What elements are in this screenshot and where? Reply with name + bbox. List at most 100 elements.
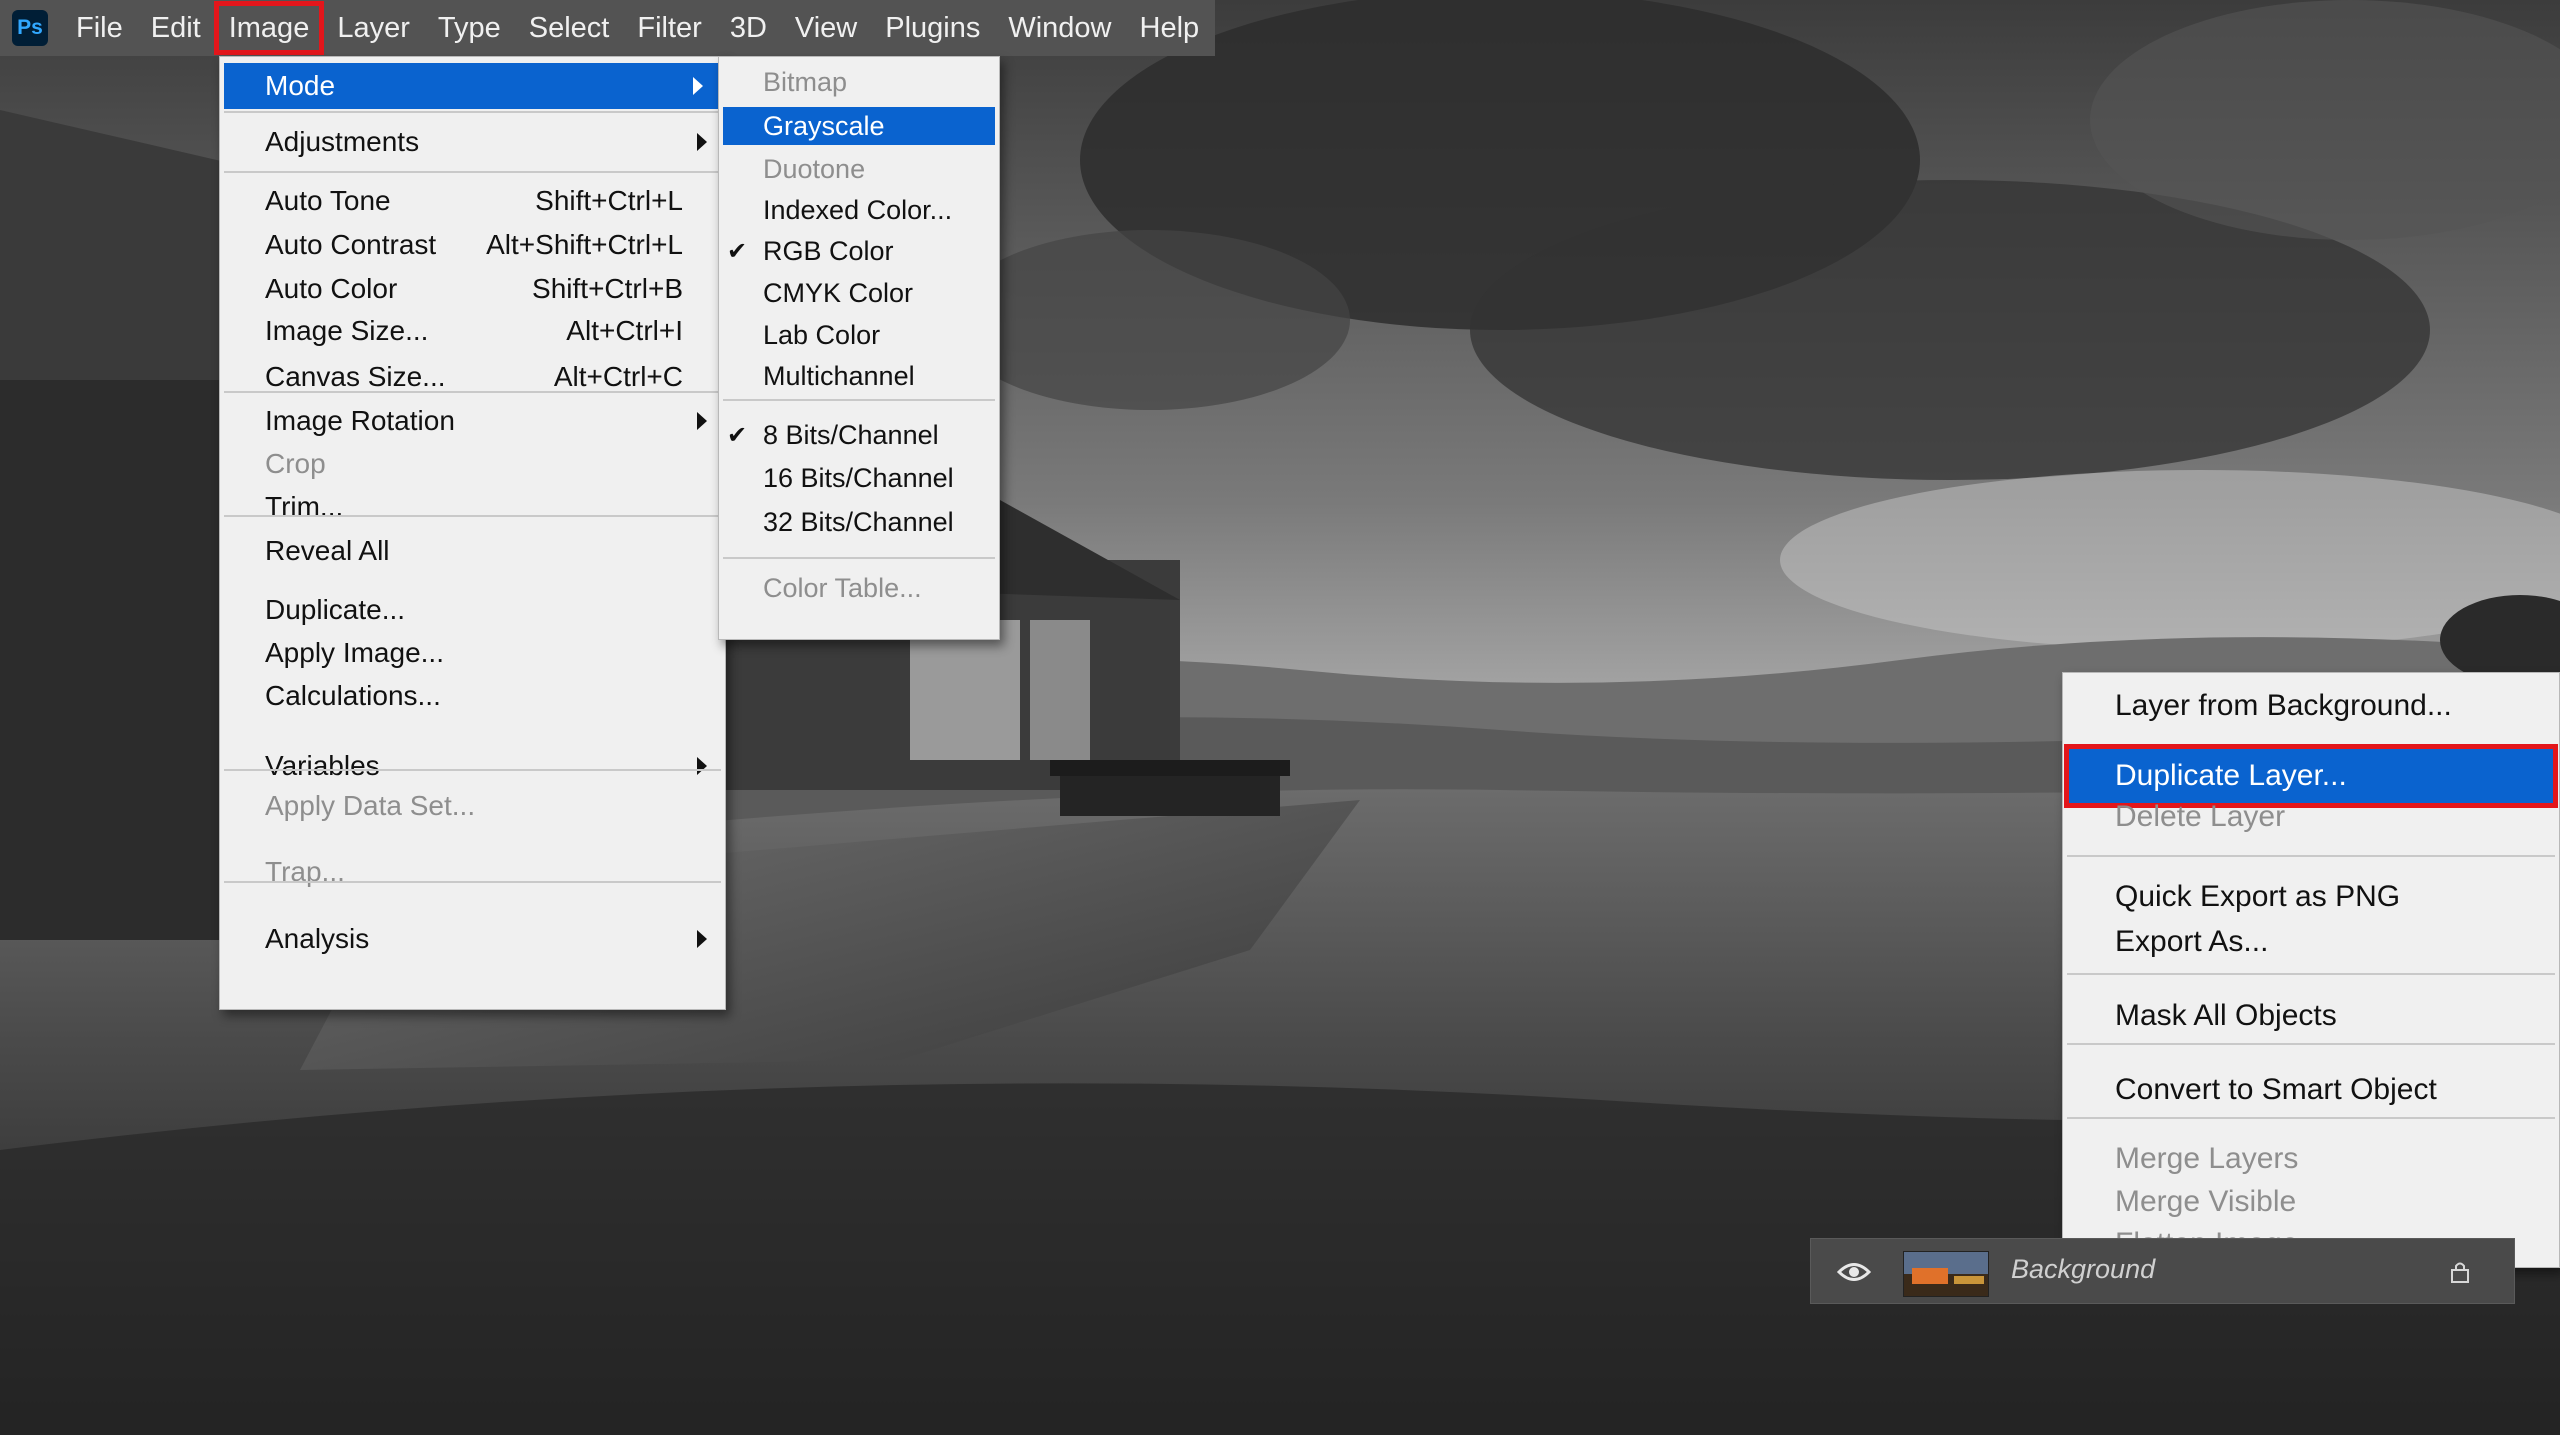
image-menu-item-shortcut: Shift+Ctrl+L	[535, 185, 683, 216]
mode-menu-item-8-bits-channel[interactable]: 8 Bits/Channel ✔	[719, 415, 999, 455]
context-menu-item-label: Mask All Objects	[2115, 999, 2337, 1032]
image-menu-item-label: Auto Color	[265, 273, 398, 304]
menu-separator	[2067, 973, 2555, 975]
context-menu-item-merge-visible: Merge Visible	[2063, 1181, 2559, 1223]
image-menu-item-shortcut: Alt+Ctrl+C	[553, 361, 683, 392]
mode-menu-item-multichannel[interactable]: Multichannel	[719, 355, 999, 397]
image-menu-item-mode[interactable]: Mode	[224, 63, 721, 109]
mode-menu-item-label: Color Table...	[763, 572, 922, 603]
image-menu-item-label: Trap...	[265, 856, 345, 887]
image-menu-item-label: Duplicate...	[265, 594, 406, 625]
mode-menu-item-duotone: Duotone	[719, 149, 999, 189]
image-menu-item-adjustments[interactable]: Adjustments	[220, 117, 725, 167]
image-menu-item-label: Variables	[265, 750, 380, 781]
mode-menu-item-16-bits-channel[interactable]: 16 Bits/Channel	[719, 457, 999, 499]
mode-menu-item-label: Grayscale	[763, 110, 885, 141]
menubar-type[interactable]: Type	[424, 2, 515, 54]
image-menu-item-label: Crop	[265, 448, 326, 479]
image-menu-item-label: Auto Tone	[265, 185, 391, 216]
mode-menu-item-bitmap: Bitmap	[719, 61, 999, 103]
menubar-file[interactable]: File	[62, 2, 137, 54]
menu-separator	[224, 171, 721, 173]
mode-submenu: Bitmap Grayscale Duotone Indexed Color... RG…	[718, 56, 1000, 640]
mode-menu-item-label: 16 Bits/Channel	[763, 462, 954, 493]
mode-menu-item-rgb-color[interactable]: RGB Color ✔	[719, 230, 999, 272]
context-menu-item-export-as[interactable]: Export As...	[2063, 919, 2559, 965]
image-menu-item-duplicate[interactable]: Duplicate...	[220, 588, 725, 632]
mode-menu-item-cmyk-color[interactable]: CMYK Color	[719, 272, 999, 314]
context-menu-item-label: Merge Layers	[2115, 1142, 2299, 1175]
context-menu-item-merge-layers: Merge Layers	[2063, 1137, 2559, 1181]
mode-menu-item-indexed-color[interactable]: Indexed Color...	[719, 190, 999, 230]
menu-separator	[224, 391, 721, 393]
submenu-arrow-icon	[697, 757, 707, 775]
image-menu: Mode Adjustments Auto Tone Shift+Ctrl+L Auto…	[219, 56, 726, 1010]
menubar-view[interactable]: View	[781, 2, 871, 54]
image-menu-item-calculations[interactable]: Calculations...	[220, 674, 725, 718]
image-menu-item-crop: Crop	[220, 443, 725, 485]
menubar-image[interactable]: Image	[213, 1, 325, 55]
image-menu-item-label: Calculations...	[265, 680, 441, 711]
image-menu-item-auto-contrast[interactable]: Auto Contrast Alt+Shift+Ctrl+L	[220, 223, 725, 267]
image-menu-item-label: Analysis	[265, 923, 370, 954]
mode-menu-item-label: Bitmap	[763, 66, 848, 97]
image-menu-item-auto-tone[interactable]: Auto Tone Shift+Ctrl+L	[220, 179, 725, 223]
image-menu-item-label: Apply Data Set...	[265, 790, 476, 821]
mode-menu-item-32-bits-channel[interactable]: 32 Bits/Channel	[719, 501, 999, 543]
context-menu-item-convert-to-smart-object[interactable]: Convert to Smart Object	[2063, 1065, 2559, 1115]
context-menu-item-label: Layer from Background...	[2115, 689, 2452, 722]
context-menu-item-mask-all-objects[interactable]: Mask All Objects	[2063, 991, 2559, 1041]
menu-separator	[2067, 1043, 2555, 1045]
image-menu-item-shortcut: Shift+Ctrl+B	[532, 273, 683, 304]
submenu-arrow-icon	[697, 412, 707, 430]
menubar-filter[interactable]: Filter	[623, 2, 715, 54]
mode-menu-item-label: 32 Bits/Channel	[763, 506, 954, 537]
mode-menu-item-label: Multichannel	[763, 360, 915, 391]
image-menu-item-image-size[interactable]: Image Size... Alt+Ctrl+I	[220, 307, 725, 355]
checkmark-icon: ✔	[727, 421, 748, 449]
menubar-layer[interactable]: Layer	[323, 2, 424, 54]
menu-separator	[2067, 855, 2555, 857]
image-menu-item-analysis[interactable]: Analysis	[220, 915, 725, 963]
submenu-arrow-icon	[697, 930, 707, 948]
menu-separator	[224, 111, 721, 113]
mode-menu-item-label: Lab Color	[763, 319, 881, 350]
menubar-3d[interactable]: 3D	[716, 2, 781, 54]
context-menu-item-label: Export As...	[2115, 925, 2269, 958]
image-menu-item-label: Canvas Size...	[265, 361, 446, 392]
image-menu-item-trap: Trap...	[220, 851, 725, 893]
mode-menu-item-lab-color[interactable]: Lab Color	[719, 315, 999, 355]
menubar-window[interactable]: Window	[994, 2, 1125, 54]
layer-thumbnail	[1903, 1251, 1989, 1297]
image-menu-item-label: Image Rotation	[265, 405, 455, 436]
lock-icon[interactable]	[2449, 1261, 2471, 1283]
mode-menu-item-label: RGB Color	[763, 235, 894, 266]
photoshop-logo[interactable]: Ps	[12, 10, 48, 46]
mode-menu-item-label: CMYK Color	[763, 277, 914, 308]
menu-separator	[224, 769, 721, 771]
context-menu-item-quick-export-as-png[interactable]: Quick Export as PNG	[2063, 873, 2559, 921]
mode-menu-item-label: Duotone	[763, 153, 866, 184]
menubar-help[interactable]: Help	[1126, 2, 1214, 54]
menubar-plugins[interactable]: Plugins	[871, 2, 994, 54]
image-menu-item-label: Image Size...	[265, 315, 429, 346]
image-menu-item-trim[interactable]: Trim...	[220, 485, 725, 529]
image-menu-item-image-rotation[interactable]: Image Rotation	[220, 399, 725, 443]
image-menu-item-variables[interactable]: Variables	[220, 746, 725, 786]
context-menu-item-delete-layer: Delete Layer	[2063, 797, 2559, 837]
context-menu-item-label: Duplicate Layer...	[2115, 759, 2347, 792]
image-menu-item-reveal-all[interactable]: Reveal All	[220, 529, 725, 573]
image-menu-item-apply-image[interactable]: Apply Image...	[220, 632, 725, 674]
layer-name: Background	[2011, 1254, 2156, 1284]
image-menu-item-shortcut: Alt+Ctrl+I	[566, 315, 683, 346]
layer-row-background[interactable]: Background	[1810, 1238, 2515, 1304]
menubar-edit[interactable]: Edit	[137, 2, 215, 54]
visibility-eye-icon[interactable]	[1837, 1257, 1871, 1287]
context-menu-item-label: Convert to Smart Object	[2115, 1073, 2437, 1106]
menu-separator	[224, 515, 721, 517]
image-menu-item-auto-color[interactable]: Auto Color Shift+Ctrl+B	[220, 267, 725, 311]
mode-menu-item-grayscale[interactable]: Grayscale	[723, 107, 995, 145]
context-menu-item-layer-from-background[interactable]: Layer from Background...	[2063, 681, 2559, 731]
menubar-select[interactable]: Select	[515, 2, 624, 54]
image-menu-item-label: Adjustments	[265, 126, 420, 157]
